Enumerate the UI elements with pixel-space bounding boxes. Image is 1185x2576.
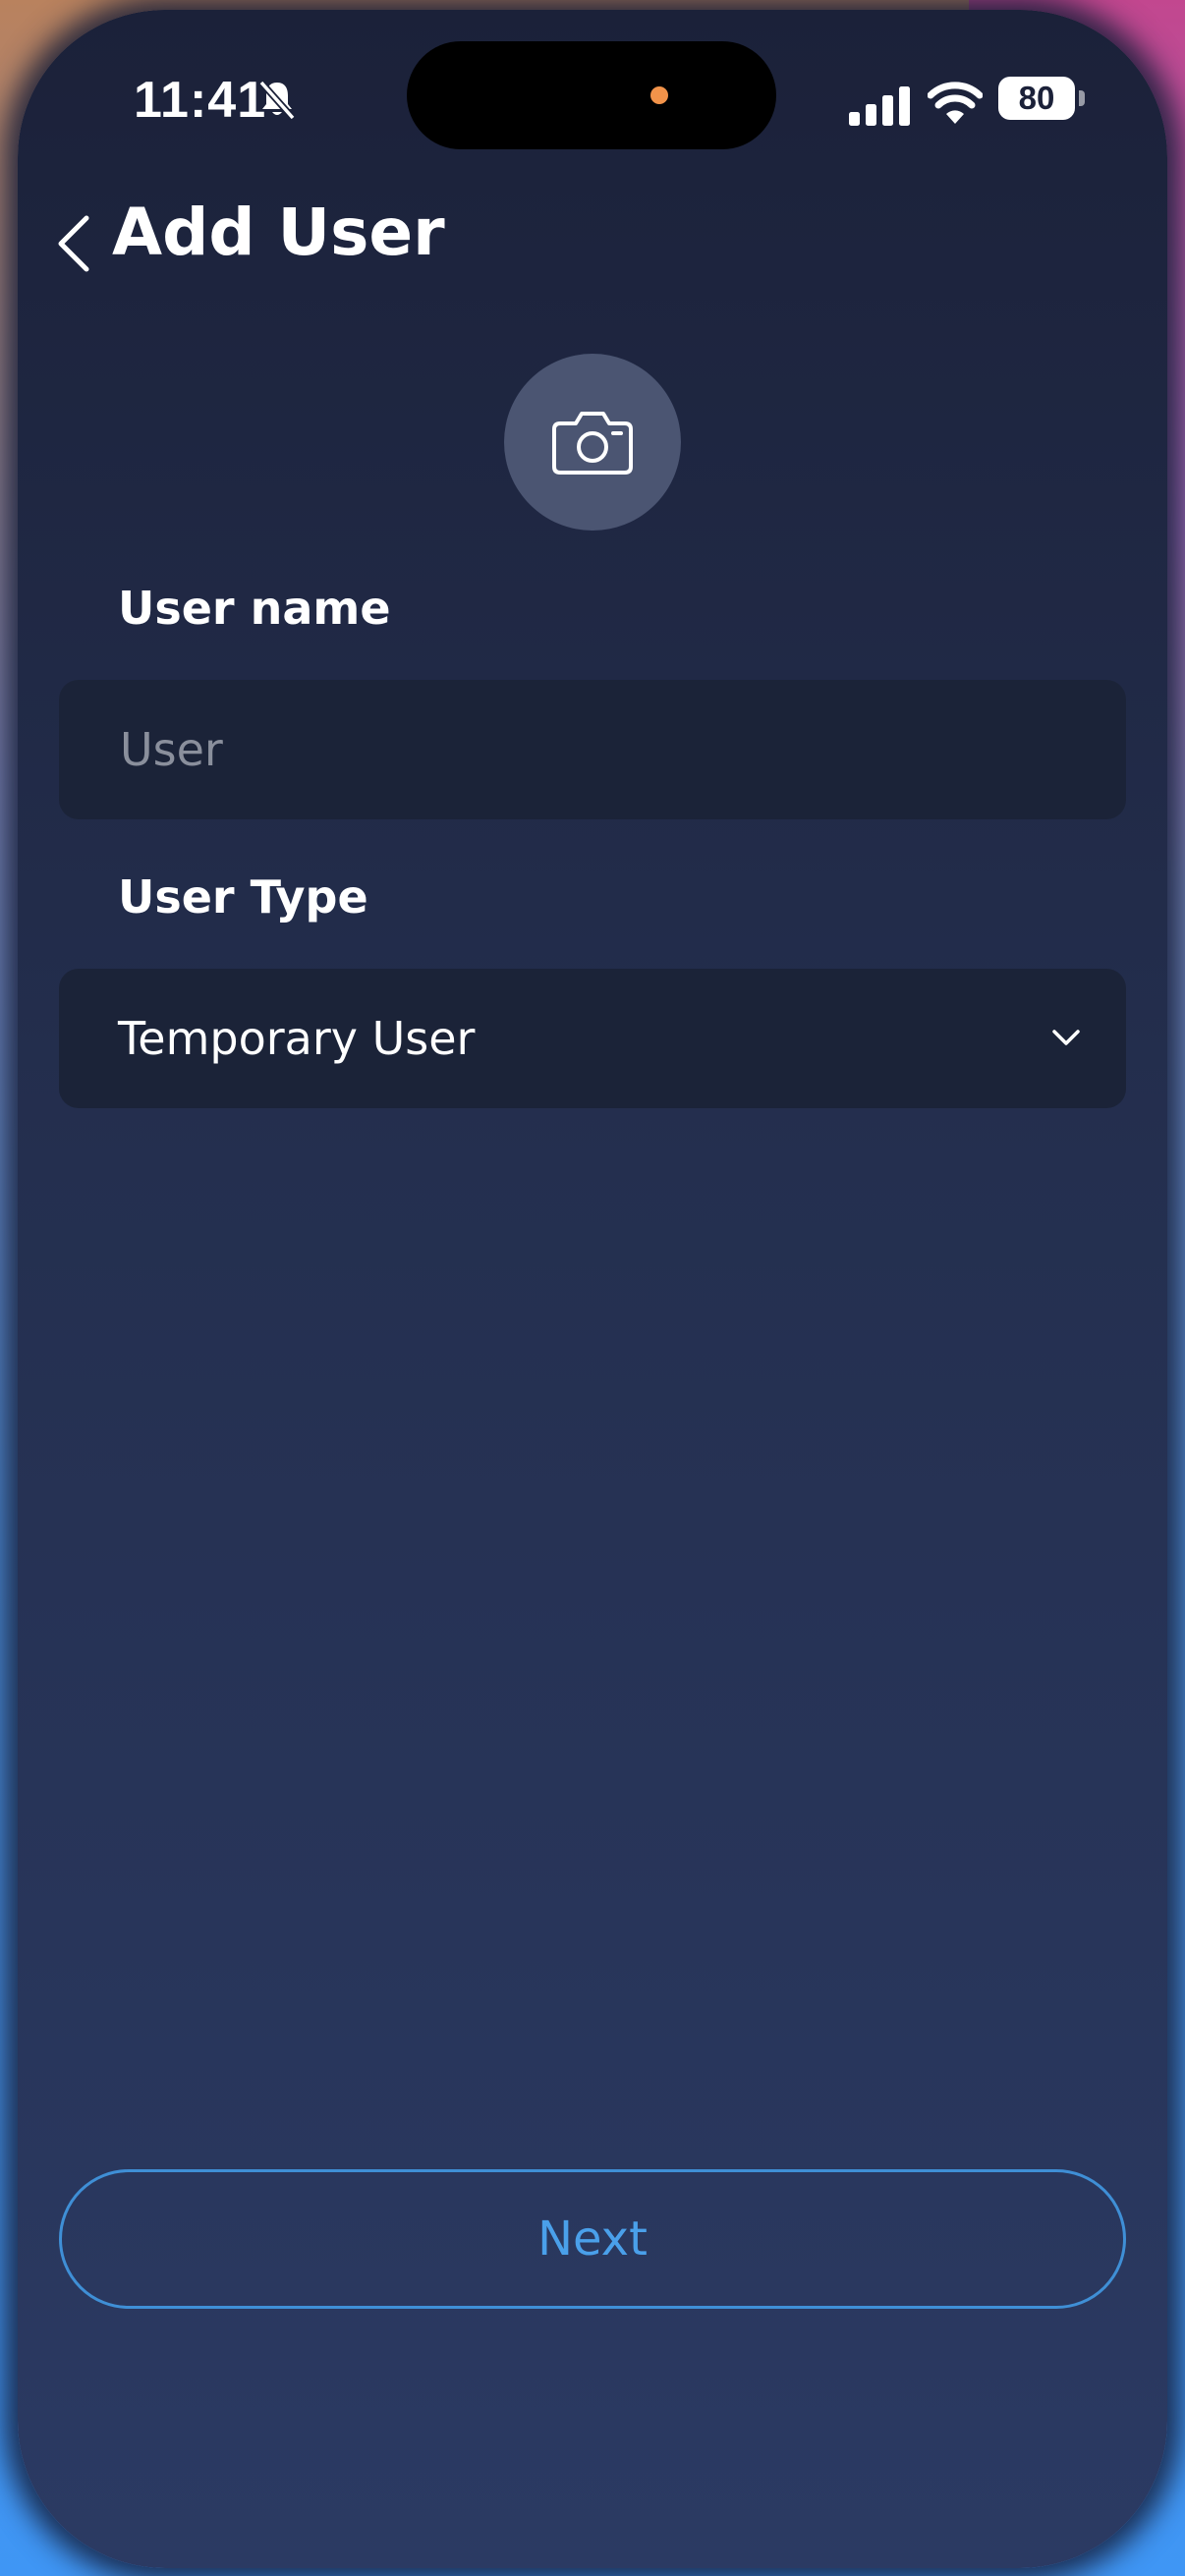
chevron-down-icon [1052,1030,1080,1045]
battery-indicator: 80 [998,77,1075,120]
dynamic-island [407,41,776,149]
phone-screen: 11:41 80 Add User User name User User Ty… [18,10,1167,2568]
battery-tip [1079,90,1085,106]
user-name-label: User name [118,582,391,635]
add-photo-button[interactable] [504,354,681,531]
user-name-field[interactable] [59,680,1126,819]
camera-indicator-dot [650,86,668,104]
cellular-signal-icon [849,86,910,126]
user-type-select[interactable]: Temporary User [59,969,1126,1108]
chevron-left-icon[interactable] [47,204,106,283]
page-title: Add User [112,195,445,270]
camera-icon [552,412,633,475]
status-time: 11:41 [134,72,267,129]
next-button[interactable]: Next [59,2169,1126,2309]
user-name-input[interactable] [118,722,1126,777]
user-type-label: User Type [118,870,368,924]
wifi-icon [928,82,983,124]
user-type-value: Temporary User [118,1012,476,1065]
bell-slash-icon [258,80,296,121]
